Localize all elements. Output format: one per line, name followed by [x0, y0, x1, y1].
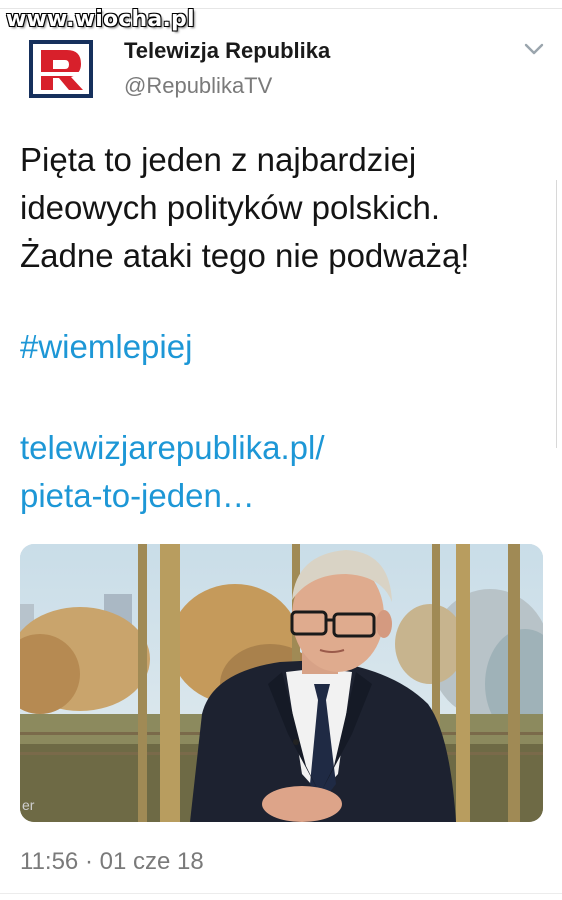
bottom-divider [0, 893, 562, 894]
tweet-media-image[interactable]: er [20, 544, 543, 822]
hashtag-link[interactable]: #wiemlepiej [20, 328, 192, 366]
tweet-text-line: Żadne ataki tego nie podważą! [20, 237, 470, 274]
user-handle[interactable]: @RepublikaTV [124, 73, 272, 99]
tweet-text-line: Pięta to jeden z najbardziej [20, 141, 417, 178]
tweet-text: Pięta to jeden z najbardziej ideowych po… [20, 136, 550, 280]
svg-text:er: er [22, 797, 35, 813]
scrollbar[interactable] [556, 180, 562, 448]
tweet-text-line: ideowych polityków polskich. [20, 189, 441, 226]
article-link[interactable]: telewizjarepublika.pl/ pieta-to-jeden… [20, 424, 325, 520]
republika-logo-icon[interactable] [29, 40, 93, 98]
display-name[interactable]: Telewizja Republika [124, 38, 330, 64]
chevron-down-icon[interactable] [522, 40, 546, 58]
tv-studio-photo: er [20, 544, 543, 822]
watermark: www.wiocha.pl [6, 7, 195, 32]
article-link-line[interactable]: pieta-to-jeden… [20, 472, 325, 520]
article-link-line[interactable]: telewizjarepublika.pl/ [20, 424, 325, 472]
tweet-timestamp: 11:56 · 01 cze 18 [20, 848, 204, 875]
